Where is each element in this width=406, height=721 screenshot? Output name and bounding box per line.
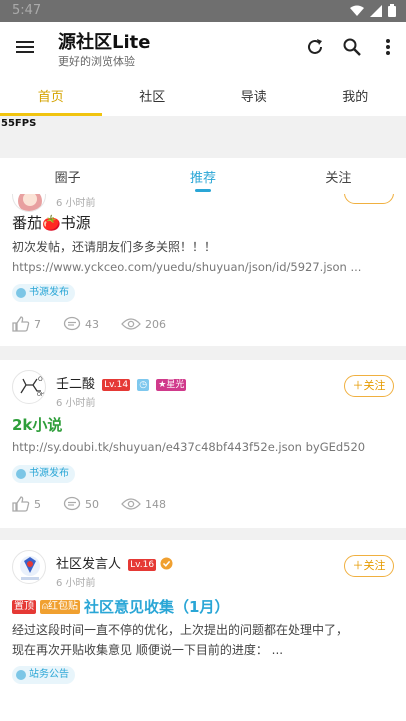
status-icons: [350, 4, 396, 17]
post-tag[interactable]: 书源发布: [12, 465, 75, 483]
post-time: 6 小时前: [56, 198, 96, 209]
like-count: 7: [34, 317, 41, 331]
tag-label: 站务公告: [29, 669, 69, 680]
comment-icon: [63, 316, 81, 331]
post-tag[interactable]: 站务公告: [12, 666, 75, 684]
tag-label: 书源发布: [29, 287, 69, 298]
view-count-group: 206: [121, 317, 166, 331]
level-badge: Lv.16: [128, 559, 157, 571]
tab-recommended-label: 推荐: [189, 171, 216, 186]
svg-text:O: O: [38, 376, 43, 383]
comment-count: 43: [85, 317, 99, 331]
tab-following[interactable]: 关注: [271, 158, 406, 194]
tab-community[interactable]: 社区: [102, 74, 204, 116]
avatar[interactable]: O OH: [12, 370, 46, 404]
tab-circles[interactable]: 圈子: [0, 158, 135, 194]
tag-label: 书源发布: [29, 468, 69, 479]
eye-icon: [121, 498, 141, 510]
excerpt-line: 现在再次开贴收集意见 顺便说一下目前的进度： ...: [12, 643, 284, 657]
post-stats: 5 50 148: [12, 496, 188, 512]
active-tab-indicator: [194, 189, 211, 192]
tag-icon: [16, 469, 26, 479]
view-count: 206: [145, 317, 166, 331]
post-title: 社区意见收集（1月）: [84, 598, 230, 616]
author-line: 社区发言人 Lv.16: [56, 553, 173, 572]
level-badge: Lv.14: [102, 379, 131, 391]
tag-icon: [16, 288, 26, 298]
author-line: 壬二酸 Lv.14 ◷ ★星光: [56, 373, 187, 392]
follow-label: 关注: [363, 559, 386, 572]
follow-label: 关注: [363, 379, 386, 392]
post-link[interactable]: https://www.yckceo.com/yuedu/shuyuan/jso…: [12, 260, 392, 274]
tab-mine[interactable]: 我的: [305, 74, 406, 116]
star-badge: ★星光: [156, 379, 187, 391]
post-tag[interactable]: 书源发布: [12, 284, 75, 302]
post-title-row[interactable]: 置顶 ⍝红包贴 社区意见收集（1月）: [12, 596, 229, 617]
comment-button[interactable]: 50: [63, 496, 99, 512]
view-count-group: 148: [121, 497, 166, 511]
avatar[interactable]: [12, 550, 46, 584]
avatar[interactable]: [12, 194, 46, 212]
like-button[interactable]: 5: [12, 496, 41, 512]
follow-button[interactable]: ＋关注: [344, 555, 394, 577]
comment-icon: [63, 496, 81, 511]
plus-icon: ＋: [352, 379, 364, 392]
svg-text:OH: OH: [37, 392, 45, 398]
tab-circles-label: 圈子: [54, 171, 81, 186]
post-card[interactable]: 6 小时前 番茄🍅书源 初次发帖，还请朋友们多多关照！！！ https://ww…: [0, 194, 406, 346]
sub-tabs: 圈子 推荐 关注: [0, 158, 406, 194]
refresh-icon[interactable]: [304, 36, 326, 58]
red-packet-badge: ⍝红包贴: [40, 599, 80, 614]
post-link[interactable]: http://sy.doubi.tk/shuyuan/e437c48bf443f…: [12, 440, 392, 454]
post-excerpt: 经过这段时间一直不停的优化，上次提出的问题都在处理中了， 现在再次开贴收集意见 …: [12, 620, 402, 660]
wifi-icon: [350, 5, 364, 16]
post-title[interactable]: 番茄🍅书源: [12, 212, 91, 233]
tab-following-label: 关注: [325, 171, 352, 186]
plus-icon: ＋: [352, 559, 364, 572]
app-bar: 源社区Lite 更好的浏览体验: [0, 22, 406, 74]
status-time: 5:47: [12, 3, 42, 18]
status-bar: 5:47: [0, 0, 406, 22]
search-icon[interactable]: [341, 36, 363, 58]
app-title: 源社区Lite: [58, 32, 151, 53]
like-count: 5: [34, 497, 41, 511]
post-card[interactable]: O OH 壬二酸 Lv.14 ◷ ★星光 6 小时前 ＋关注 2k小说 http:…: [0, 360, 406, 528]
tag-icon: [16, 670, 26, 680]
follow-button[interactable]: ＋关注: [344, 375, 394, 397]
tab-guide[interactable]: 导读: [203, 74, 305, 116]
comment-button[interactable]: 43: [63, 316, 99, 332]
post-time: 6 小时前: [56, 578, 96, 589]
author-name[interactable]: 社区发言人: [56, 557, 121, 572]
menu-icon[interactable]: [14, 36, 36, 58]
verified-icon: [160, 557, 173, 570]
main-tabs: 首页 社区 导读 我的: [0, 74, 406, 116]
follow-button[interactable]: [344, 194, 394, 204]
battery-icon: [388, 4, 396, 17]
fps-counter: 55FPS: [1, 118, 37, 129]
post-card[interactable]: 社区发言人 Lv.16 6 小时前 ＋关注 置顶 ⍝红包贴 社区意见收集（1月）…: [0, 540, 406, 721]
thumbs-up-icon: [12, 496, 30, 512]
post-time: 6 小时前: [56, 398, 96, 409]
tab-recommended[interactable]: 推荐: [135, 158, 270, 194]
view-count: 148: [145, 497, 166, 511]
post-excerpt: 初次发帖，还请朋友们多多关照！！！: [12, 240, 217, 254]
excerpt-line: 经过这段时间一直不停的优化，上次提出的问题都在处理中了，: [12, 623, 349, 637]
app-subtitle: 更好的浏览体验: [58, 55, 135, 68]
medal-icon: ◷: [137, 379, 150, 391]
author-name[interactable]: 壬二酸: [56, 377, 95, 392]
post-title[interactable]: 2k小说: [12, 414, 62, 435]
more-vert-icon[interactable]: [377, 36, 399, 58]
post-stats: 7 43 206: [12, 316, 188, 332]
signal-icon: [370, 4, 382, 17]
pinned-badge: 置顶: [12, 599, 36, 614]
tab-home[interactable]: 首页: [0, 74, 102, 116]
comment-count: 50: [85, 497, 99, 511]
like-button[interactable]: 7: [12, 316, 41, 332]
red-packet-label: 红包贴: [48, 600, 78, 612]
thumbs-up-icon: [12, 316, 30, 332]
eye-icon: [121, 318, 141, 330]
